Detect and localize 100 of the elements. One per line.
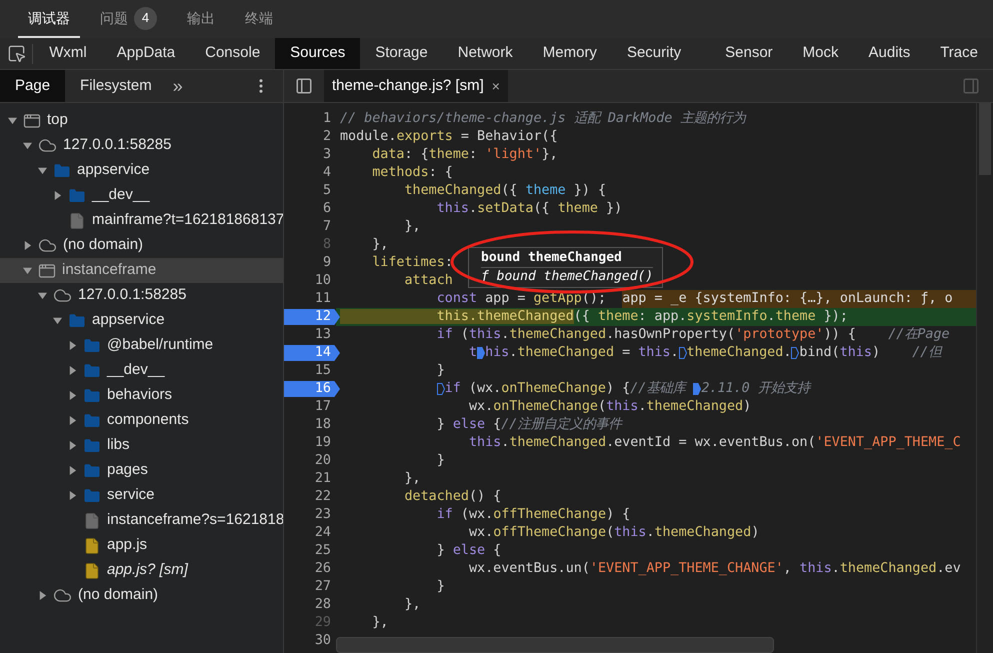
inline-breakpoint-icon[interactable] [678,347,687,359]
collapse-arrow-icon[interactable] [23,141,32,150]
tree-item[interactable]: libs [0,433,283,458]
tree-item[interactable]: __dev__ [0,183,283,208]
panel-tab[interactable]: Sources [275,38,360,69]
expand-arrow-icon[interactable] [68,366,77,375]
line-number: 30 [314,632,332,650]
expand-arrow-icon[interactable] [68,391,77,400]
code-text: } [436,578,445,596]
panel-tab[interactable]: Memory [528,38,612,69]
tree-item[interactable]: appservice [0,308,283,333]
expand-arrow-icon[interactable] [68,466,77,475]
collapse-arrow-icon[interactable] [38,291,47,300]
code-text: methods: { [371,164,453,182]
panel-tab[interactable]: Storage [360,38,443,69]
top-tab[interactable]: 输出 [177,0,225,38]
code-text: }, [403,470,421,488]
expand-arrow-icon[interactable] [23,241,32,250]
panel-tab[interactable]: Audits [854,38,926,69]
tree-item[interactable]: 127.0.0.1:58285 [0,283,283,308]
expand-arrow-icon[interactable] [68,341,77,350]
expand-arrow-icon[interactable] [68,491,77,500]
inline-breakpoint-icon[interactable] [436,383,445,395]
expand-arrow-icon[interactable] [68,441,77,450]
tree-item[interactable]: service [0,483,283,508]
panel-tab[interactable]: Sensor [710,38,788,69]
collapse-arrow-icon[interactable] [23,266,32,275]
line-number: 11 [314,290,332,308]
panel-tab[interactable]: Trace [925,38,993,69]
collapse-arrow-icon[interactable] [8,116,17,125]
sidebar-toggle-icon[interactable] [295,77,313,95]
code-text: data: {theme: 'light'}, [371,146,558,164]
tree-item[interactable]: pages [0,458,283,483]
code-text: if (wx.onThemeChange) {//基础库 [444,380,688,398]
folder-icon [83,436,101,454]
expand-arrow-icon[interactable] [68,416,77,425]
breakpoint-marker[interactable]: 16 [284,381,340,397]
code-text: this.themeChanged({ theme: app.systemInfo.theme }); [340,308,848,326]
navigator-tab[interactable]: Filesystem [65,70,167,102]
panel-tab[interactable]: AppData [102,38,190,69]
tree-item[interactable]: (no domain) [0,583,283,608]
file-icon [83,512,101,530]
script-file-icon [83,562,101,580]
collapse-arrow-icon[interactable] [38,166,47,175]
tab-label: 问题 [100,8,128,28]
code-text: } [436,362,445,380]
editor-tab[interactable]: theme-change.js? [sm] × [324,70,508,102]
scrollbar-thumb[interactable] [979,103,991,175]
folder-icon [83,412,101,430]
line-number: 7 [322,218,332,236]
line-number: 26 [314,560,332,578]
code-text: 2.11.0 开始支持 [701,380,810,398]
window-icon [23,112,41,130]
tree-item[interactable]: top [0,108,283,133]
top-tab[interactable]: 问题 4 [90,0,167,38]
inline-breakpoint-icon[interactable] [693,383,702,395]
code-text: t [468,344,478,362]
line-number: 10 [314,272,332,290]
code-text: wx.offThemeChange(this.themeChanged) [468,524,760,542]
code-text: }, [371,614,388,632]
tree-item[interactable]: appservice [0,158,283,183]
close-tab-button[interactable]: × [492,76,500,96]
inline-breakpoint-icon[interactable] [791,347,800,359]
collapse-arrow-icon[interactable] [53,316,62,325]
script-file-icon [83,536,101,554]
tree-item[interactable]: behaviors [0,383,283,408]
tree-item[interactable]: instanceframe [0,258,283,283]
line-number: 8 [322,236,332,254]
tree-item[interactable]: @babel/runtime [0,333,283,358]
panel-tab[interactable]: Console [190,38,276,69]
line-number: 1 [322,110,332,128]
folder-icon [83,486,101,504]
expand-arrow-icon[interactable] [53,191,62,200]
line-number: 9 [322,254,332,272]
tree-item[interactable]: 127.0.0.1:58285 [0,133,283,158]
panel-tab[interactable]: Security [612,38,696,69]
panel-tab[interactable]: Network [442,38,528,69]
code-text: lifetimes: [371,254,453,272]
code-text: } else { [436,542,502,560]
breakpoint-marker[interactable]: 14 [284,345,340,361]
inspect-icon[interactable] [6,44,26,63]
more-tabs-button[interactable]: » [166,72,189,100]
panel-toggle-icon[interactable] [962,77,980,95]
tree-item[interactable]: __dev__ [0,358,283,383]
tree-item[interactable]: app.js [0,533,283,558]
code-text: detached() { [403,488,502,506]
expand-arrow-icon[interactable] [38,591,47,600]
breakpoint-marker[interactable]: 12 [284,309,340,325]
panel-tab[interactable]: Wxml [34,38,102,69]
tree-item[interactable]: app.js? [sm] [0,558,283,583]
tree-item[interactable]: components [0,408,283,433]
line-number: 24 [314,524,332,542]
navigator-tab[interactable]: Page [0,70,66,102]
horizontal-scrollbar-thumb[interactable] [336,637,774,653]
panel-tab[interactable]: Mock [788,38,854,69]
top-tab[interactable]: 终端 [235,0,283,38]
tree-item[interactable]: (no domain) [0,233,283,258]
inline-breakpoint-icon[interactable] [477,347,486,359]
code-text: }, [403,218,421,236]
folder-icon [68,312,86,330]
